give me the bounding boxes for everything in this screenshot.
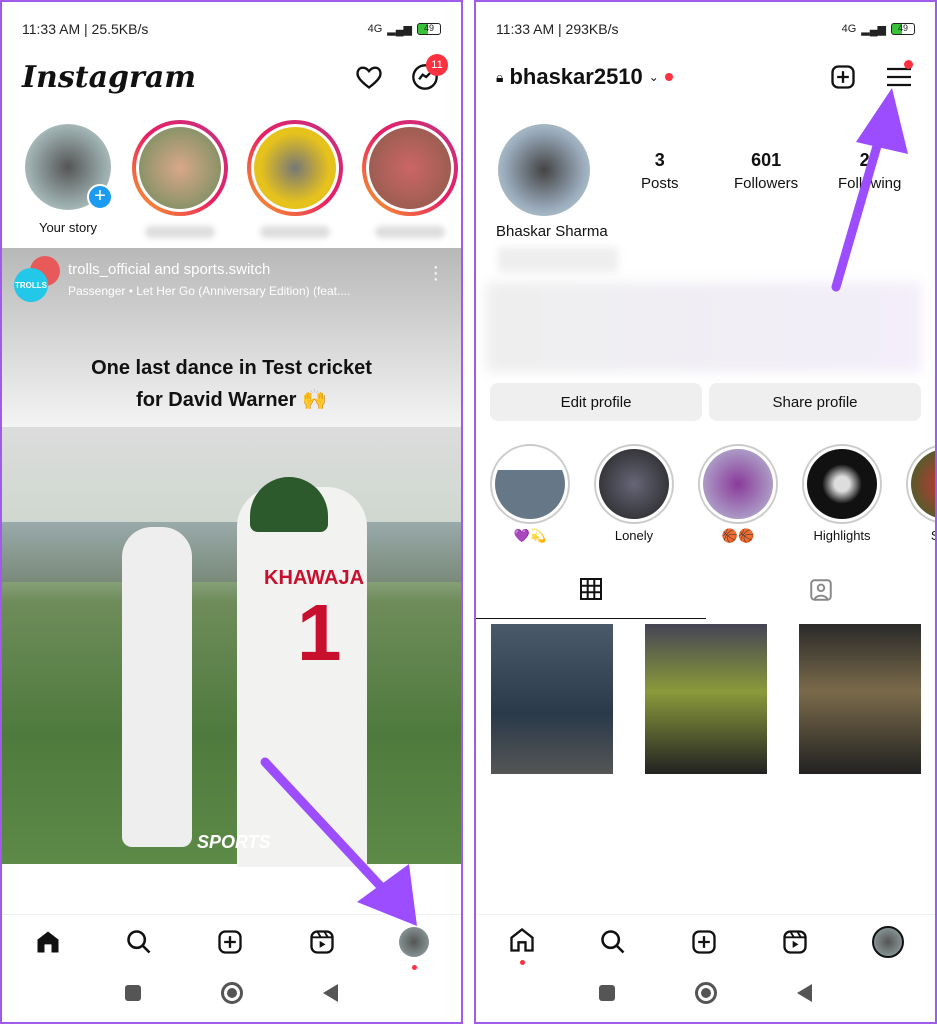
edit-profile-button[interactable]: Edit profile: [490, 383, 702, 421]
signal-icon: ▂▄▆: [387, 23, 412, 36]
profile-screen: 11:33 AM | 293KB/s 4G ▂▄▆ 49 🔒︎ bhaskar251…: [474, 0, 937, 1024]
highlight-item[interactable]: 💜💫: [490, 444, 570, 544]
post-caption: One last dance in Test cricket for David…: [91, 357, 372, 411]
arrow-annotation: [831, 88, 908, 292]
notification-dot: [664, 73, 673, 81]
post-authors[interactable]: trolls_official and sports.switch: [68, 261, 270, 278]
display-name: Bhaskar Sharma: [496, 223, 608, 240]
home-icon[interactable]: [508, 926, 536, 965]
story-label: Your story: [38, 220, 98, 235]
highlight-item[interactable]: Sill-B: [906, 444, 935, 543]
highlight-item[interactable]: Lonely: [594, 444, 674, 543]
highlight-item[interactable]: Highlights: [802, 444, 882, 543]
share-profile-button[interactable]: Share profile: [709, 383, 921, 421]
profile-avatar[interactable]: [498, 124, 590, 216]
reels-icon[interactable]: [781, 928, 809, 956]
status-time: 11:33 AM | 293KB/s: [496, 21, 619, 37]
lock-icon: 🔒︎: [496, 68, 504, 85]
back-button[interactable]: [323, 984, 338, 1002]
story-your[interactable]: + Your story: [20, 124, 116, 235]
stat-posts[interactable]: 3 Posts: [641, 150, 679, 192]
bottom-nav: [476, 914, 935, 969]
post-thumbnail[interactable]: [645, 624, 767, 774]
recents-button[interactable]: [599, 985, 615, 1001]
battery-icon: 49: [891, 23, 915, 35]
grid-icon: [580, 578, 602, 600]
story-item[interactable]: [132, 120, 228, 238]
tagged-icon: [810, 579, 832, 601]
arrow-annotation: [260, 757, 417, 926]
home-button[interactable]: [695, 982, 717, 1004]
status-bar: 11:33 AM | 293KB/s 4G ▂▄▆ 49: [496, 18, 915, 40]
author-avatar[interactable]: TROLLS: [14, 268, 48, 302]
heart-icon[interactable]: [354, 62, 384, 92]
back-button[interactable]: [797, 984, 812, 1002]
post-header: TROLLS trolls_official and sports.switch…: [2, 248, 461, 428]
search-icon[interactable]: [599, 928, 627, 956]
story-item[interactable]: [362, 120, 458, 238]
blurred-bio: [498, 247, 618, 272]
post-audio[interactable]: Passenger • Let Her Go (Anniversary Edit…: [68, 284, 350, 298]
messenger-badge: 11: [426, 54, 448, 76]
chevron-down-icon: ⌄: [648, 70, 659, 84]
home-feed-screen: 11:33 AM | 25.5KB/s 4G ▂▄▆ 49 Instagram 11…: [0, 0, 463, 1024]
highlight-item[interactable]: 🏀🏀: [698, 444, 778, 544]
stat-followers[interactable]: 601 Followers: [734, 150, 798, 192]
add-story-icon: +: [87, 184, 113, 210]
status-time: 11:33 AM | 25.5KB/s: [22, 21, 149, 37]
home-button[interactable]: [221, 982, 243, 1004]
instagram-logo: Instagram: [22, 60, 196, 95]
more-options-icon[interactable]: · · ·: [432, 257, 439, 289]
avatar: +: [25, 124, 113, 210]
recents-button[interactable]: [125, 985, 141, 1001]
system-nav: [2, 982, 461, 1004]
account-switcher[interactable]: 🔒︎ bhaskar2510 ⌄: [496, 64, 673, 90]
post-thumbnail[interactable]: [799, 624, 921, 774]
home-icon[interactable]: [34, 928, 62, 956]
status-bar: 11:33 AM | 25.5KB/s 4G ▂▄▆ 49: [22, 18, 441, 40]
network-icon: 4G: [841, 23, 857, 35]
tab-tagged[interactable]: [706, 577, 935, 619]
tab-grid[interactable]: [476, 577, 706, 619]
profile-icon[interactable]: [871, 926, 904, 958]
network-icon: 4G: [367, 23, 383, 35]
menu-notification-dot: [904, 60, 913, 69]
create-icon[interactable]: [690, 928, 718, 956]
signal-icon: ▂▄▆: [861, 23, 886, 36]
system-nav: [476, 982, 935, 1004]
username: bhaskar2510: [509, 64, 643, 89]
story-item[interactable]: [247, 120, 343, 238]
battery-icon: 49: [417, 23, 441, 35]
create-icon[interactable]: [216, 928, 244, 956]
jersey-number: 1: [297, 588, 342, 677]
search-icon[interactable]: [125, 928, 153, 956]
post-thumbnail[interactable]: [491, 624, 613, 774]
